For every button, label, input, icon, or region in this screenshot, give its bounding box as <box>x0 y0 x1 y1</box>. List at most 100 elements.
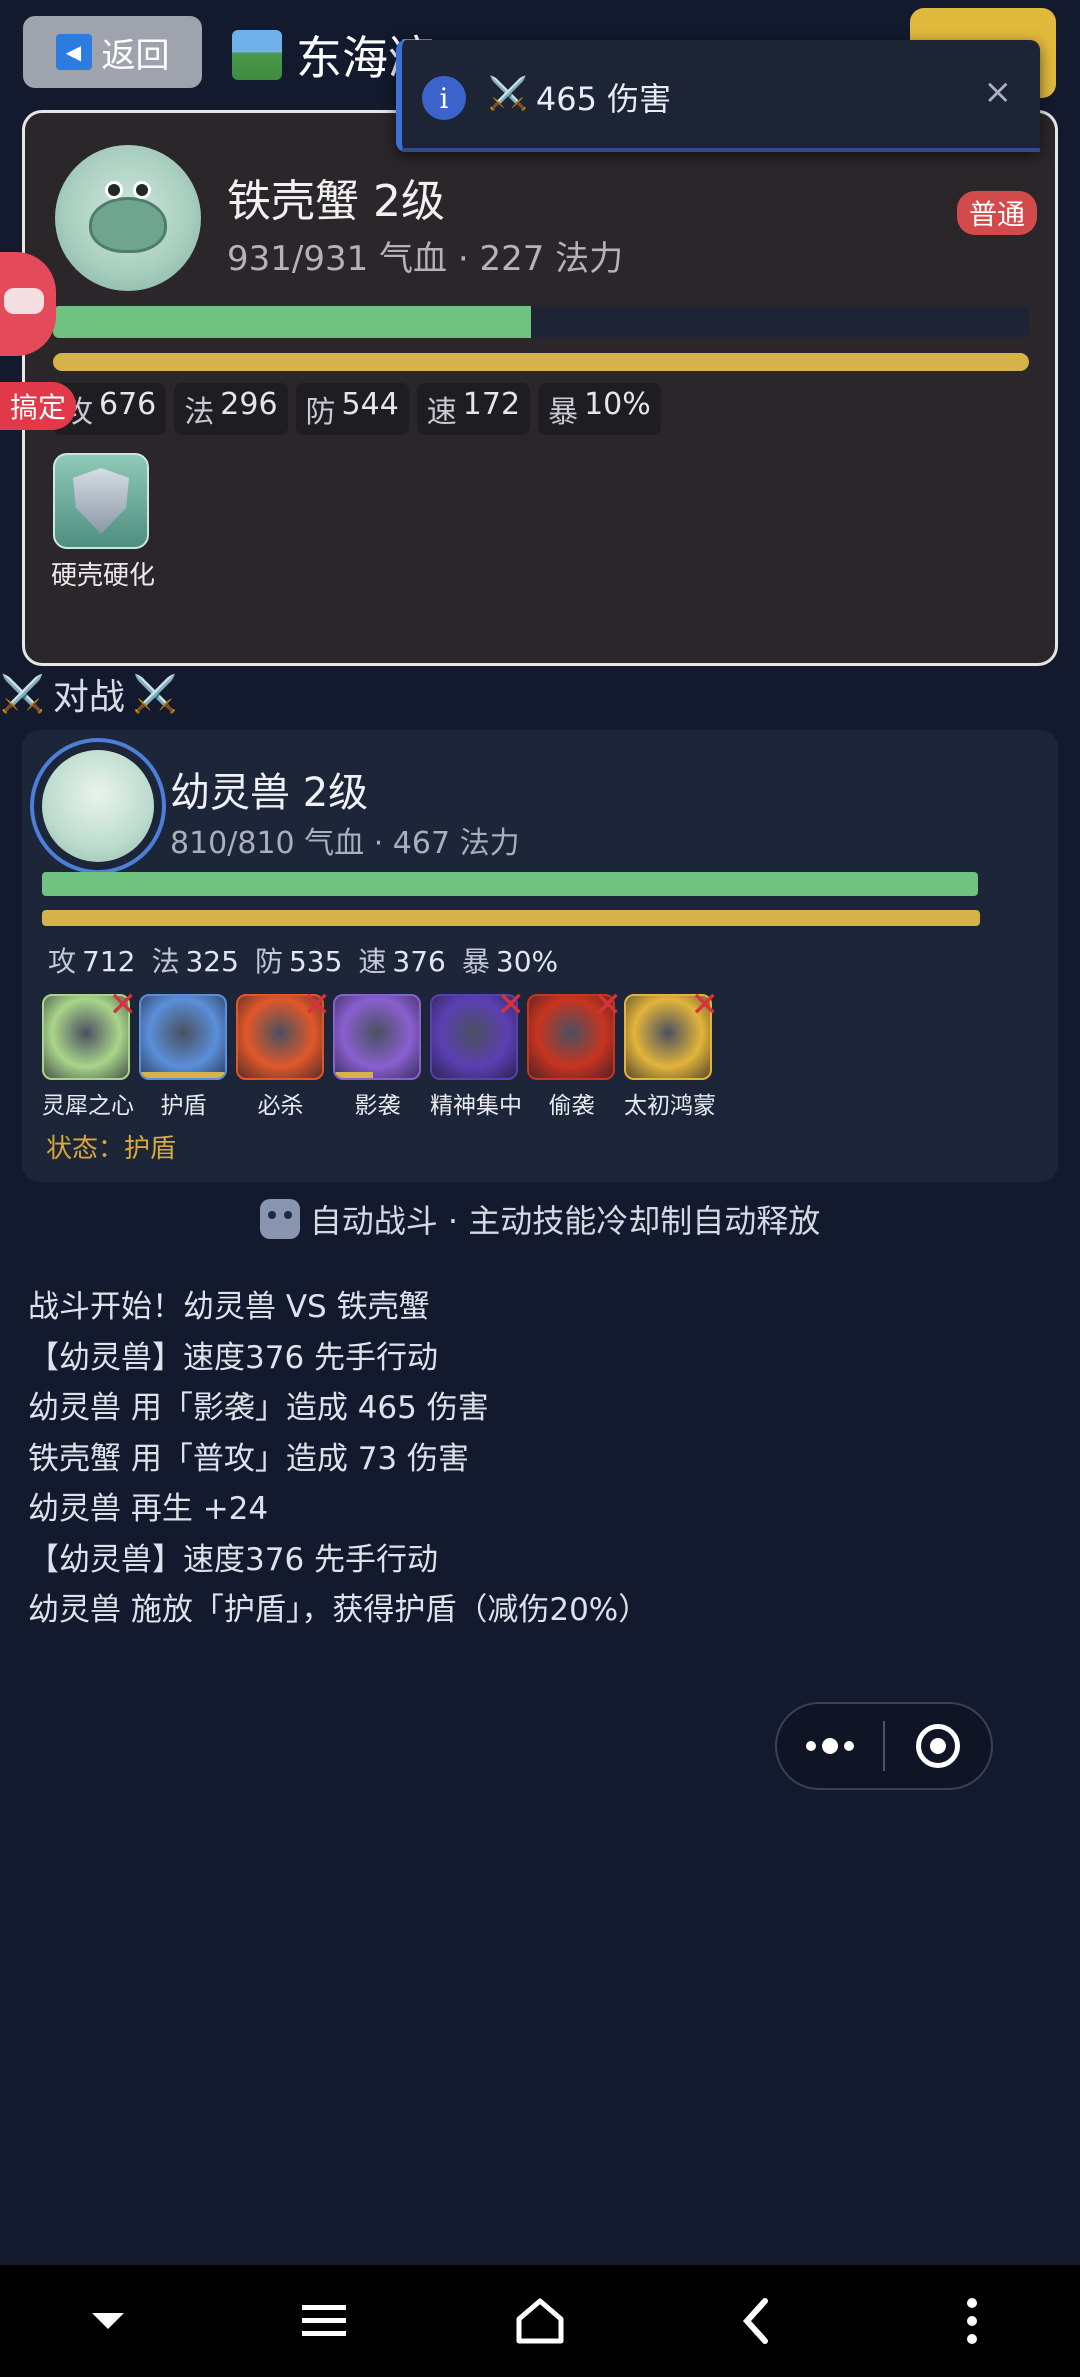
log-line: 【幼灵兽】速度376 先手行动 <box>28 1339 439 1376</box>
enemy-card: 铁壳蟹 2级 931/931 气血 · 227 法力 普通 攻 676 法 296 … <box>22 110 1058 666</box>
enemy-stat-defense: 防 544 <box>295 383 409 435</box>
skill-label: 灵犀之心 <box>42 1093 134 1119</box>
player-stat-crit: 暴 30% <box>461 945 559 978</box>
player-stat-defense: 防 535 <box>254 945 343 978</box>
enemy-stats: 攻 676 法 296 防 544 速 172 暴 10% <box>53 383 661 435</box>
disabled-x-icon: ✕ <box>496 985 526 1025</box>
disabled-x-icon: ✕ <box>593 985 623 1025</box>
back-chevron-icon <box>742 2298 768 2344</box>
crab-eye-right <box>133 181 151 199</box>
nav-more-button[interactable] <box>932 2281 1012 2361</box>
skill-label: 太初鸿蒙 <box>624 1093 716 1119</box>
nav-home-button[interactable] <box>500 2281 580 2361</box>
status-label: 状态： <box>46 1134 125 1164</box>
more-options-button[interactable] <box>777 1738 883 1754</box>
mascot[interactable] <box>0 244 60 374</box>
log-line: 幼灵兽 用「影袭」造成 465 伤害 <box>28 1390 489 1426</box>
skill-sneak-attack[interactable]: ✕ 偷袭 <box>527 988 622 1120</box>
done-tag[interactable]: 搞定 <box>0 382 76 430</box>
player-stat-attack: 攻 712 <box>48 945 136 978</box>
nav-back-button[interactable] <box>716 2281 796 2361</box>
nav-menu-button[interactable] <box>284 2281 364 2361</box>
spirit-beast-icon <box>42 750 154 862</box>
player-name: 幼灵兽 2级 <box>170 770 369 816</box>
skill-label: 必杀 <box>257 1093 304 1119</box>
info-icon: i <box>422 76 466 120</box>
player-card: 幼灵兽 2级 810/810 气血 · 467 法力 攻 712 法 325 防 53… <box>22 730 1058 1182</box>
close-miniprogram-button[interactable] <box>885 1724 991 1768</box>
player-hp-mp: 810/810 气血 · 467 法力 <box>170 826 520 861</box>
enemy-hp-mp: 931/931 气血 · 227 法力 <box>227 239 624 279</box>
enemy-hp-bar-fill <box>53 306 532 338</box>
crab-eye-left <box>105 181 123 199</box>
log-line: 铁壳蟹 用「普攻」造成 73 伤害 <box>28 1440 470 1477</box>
enemy-skill[interactable]: 硬壳硬化 <box>51 453 156 592</box>
system-nav-bar <box>0 2265 1080 2377</box>
enemy-stat-magic: 法 296 <box>174 383 288 435</box>
enemy-avatar[interactable] <box>55 145 201 291</box>
player-stats: 攻 712 法 325 防 535 速 376 暴 30% <box>48 940 558 980</box>
player-stat-speed: 速 376 <box>358 945 446 978</box>
player-stat-magic: 法 325 <box>151 945 239 978</box>
robot-icon <box>259 1199 300 1239</box>
log-line: 战斗开始！幼灵兽 VS 铁壳蟹 <box>28 1289 430 1325</box>
target-icon <box>915 1724 960 1768</box>
home-icon <box>516 2298 564 2344</box>
damage-toast: i ⚔️ 465 伤害 × <box>396 40 1040 152</box>
skill-bisha[interactable]: ✕ 必杀 <box>236 988 331 1120</box>
enemy-stat-speed: 速 172 <box>416 383 531 435</box>
toast-message: ⚔️ 465 伤害 <box>488 74 671 120</box>
enemy-name: 铁壳蟹 2级 <box>227 176 445 227</box>
skill-shadow-strike[interactable]: 影袭 <box>333 994 422 1120</box>
enemy-hp-bar <box>53 306 1029 338</box>
battle-section-title: ⚔️ 对战 ⚔️ <box>0 668 178 720</box>
player-status: 状态：护盾 <box>46 1128 176 1165</box>
auto-battle-line: 自动战斗 · 主动技能冷却制自动释放 <box>0 1196 1080 1242</box>
shadow-strike-icon <box>333 994 421 1080</box>
back-button[interactable]: ◀ 返回 <box>23 16 202 88</box>
enemy-stat-crit: 暴 10% <box>538 383 661 435</box>
log-line: 幼灵兽 再生 +24 <box>28 1491 269 1527</box>
status-value: 护盾 <box>124 1134 177 1164</box>
battle-log: 战斗开始！幼灵兽 VS 铁壳蟹 【幼灵兽】速度376 先手行动 幼灵兽 用「影袭… <box>28 1282 649 1636</box>
toast-text: 465 伤害 <box>535 80 672 118</box>
disabled-x-icon: ✕ <box>302 985 332 1025</box>
nav-collapse-button[interactable] <box>68 2281 148 2361</box>
skill-focus[interactable]: ✕ 精神集中 <box>430 988 525 1120</box>
disabled-x-icon: ✕ <box>108 985 138 1025</box>
disabled-x-icon: ✕ <box>690 985 720 1025</box>
enemy-skill-label: 硬壳硬化 <box>51 561 156 591</box>
skill-label: 精神集中 <box>430 1093 522 1119</box>
enemy-mp-bar <box>53 353 1029 371</box>
back-arrow-icon: ◀ <box>55 34 92 70</box>
chevron-down-icon <box>92 2313 124 2329</box>
skill-label: 影袭 <box>354 1093 401 1119</box>
landscape-icon <box>232 30 282 80</box>
vertical-dots-icon <box>967 2298 977 2344</box>
log-line: 【幼灵兽】速度376 先手行动 <box>28 1541 439 1578</box>
crossed-swords-icon: ⚔️ <box>132 674 178 715</box>
skill-taichu[interactable]: ✕ 太初鸿蒙 <box>624 988 719 1120</box>
robot-face-icon <box>4 288 44 314</box>
skill-label: 偷袭 <box>548 1093 595 1119</box>
hamburger-icon <box>302 2305 346 2336</box>
auto-battle-text: 自动战斗 · 主动技能冷却制自动释放 <box>309 1202 821 1240</box>
player-hp-bar <box>42 872 978 896</box>
log-line: 幼灵兽 施放「护盾」，获得护盾（减伤20%） <box>28 1592 650 1628</box>
skill-lingxi[interactable]: ✕ 灵犀之心 <box>42 988 137 1120</box>
toast-progress <box>402 148 1040 152</box>
skill-shield[interactable]: 护盾 <box>139 994 228 1120</box>
hard-shell-icon <box>53 453 149 549</box>
shield-icon <box>139 994 227 1080</box>
battle-label-text: 对战 <box>52 677 125 718</box>
player-avatar[interactable] <box>30 738 166 874</box>
crab-icon <box>89 197 167 253</box>
player-skills: ✕ 灵犀之心 护盾 ✕ 必杀 影袭 ✕ 精神集中 ✕ 偷袭 ✕ 太初鸿蒙 <box>42 988 719 1120</box>
player-mp-bar <box>42 910 980 926</box>
enemy-rank-badge: 普通 <box>956 191 1037 235</box>
crossed-swords-icon: ⚔️ <box>488 74 528 112</box>
miniprogram-capsule <box>775 1702 993 1790</box>
skill-label: 护盾 <box>160 1093 207 1119</box>
close-icon[interactable]: × <box>984 72 1013 112</box>
back-button-label: 返回 <box>101 35 170 76</box>
